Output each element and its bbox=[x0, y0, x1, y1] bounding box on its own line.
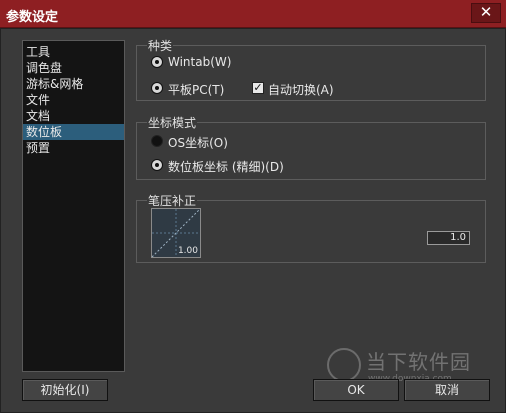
initialize-button[interactable]: 初始化(I) bbox=[22, 379, 108, 401]
watermark-logo bbox=[327, 348, 361, 382]
close-icon: ✕ bbox=[479, 3, 493, 21]
check-icon: ✓ bbox=[253, 81, 263, 94]
sidebar-item-presets[interactable]: 预置 bbox=[23, 140, 124, 156]
sidebar-item-file[interactable]: 文件 bbox=[23, 92, 124, 108]
type-group-title: 种类 bbox=[147, 37, 174, 54]
category-list[interactable]: 工具 调色盘 游标&网格 文件 文档 数位板 预置 bbox=[22, 40, 125, 372]
auto-switch-checkbox[interactable]: ✓ bbox=[252, 82, 264, 94]
os-coord-label[interactable]: OS坐标(O) bbox=[168, 134, 228, 151]
pressure-value-field[interactable]: 1.0 bbox=[427, 231, 470, 245]
sidebar-item-tools[interactable]: 工具 bbox=[23, 44, 124, 60]
pressure-title: 笔压补正 bbox=[147, 192, 198, 209]
sidebar-item-tablet[interactable]: 数位板 bbox=[23, 124, 124, 140]
wintab-radio[interactable] bbox=[151, 56, 163, 68]
ok-button[interactable]: OK bbox=[313, 379, 399, 401]
pressure-curve[interactable]: 1.00 bbox=[151, 208, 201, 258]
curve-value: 1.00 bbox=[177, 246, 198, 256]
window-title: 参数设定 bbox=[6, 10, 59, 25]
watermark-text: 当下软件园 bbox=[366, 350, 471, 374]
wintab-label[interactable]: Wintab(W) bbox=[168, 55, 231, 69]
tablet-pc-label[interactable]: 平板PC(T) bbox=[168, 81, 224, 98]
coord-mode-title: 坐标模式 bbox=[147, 114, 198, 131]
title-bar: 参数设定 ✕ bbox=[0, 0, 506, 28]
sidebar-item-cursor-grid[interactable]: 游标&网格 bbox=[23, 76, 124, 92]
cancel-button[interactable]: 取消 bbox=[404, 379, 490, 401]
close-button[interactable]: ✕ bbox=[471, 3, 501, 23]
tablet-pc-radio[interactable] bbox=[151, 82, 163, 94]
auto-switch-label[interactable]: 自动切换(A) bbox=[268, 81, 334, 98]
tablet-coord-label[interactable]: 数位板坐标 (精细)(D) bbox=[168, 158, 284, 175]
sidebar-item-palette[interactable]: 调色盘 bbox=[23, 60, 124, 76]
os-coord-radio[interactable] bbox=[151, 135, 163, 147]
sidebar-item-document[interactable]: 文档 bbox=[23, 108, 124, 124]
tablet-coord-radio[interactable] bbox=[151, 159, 163, 171]
